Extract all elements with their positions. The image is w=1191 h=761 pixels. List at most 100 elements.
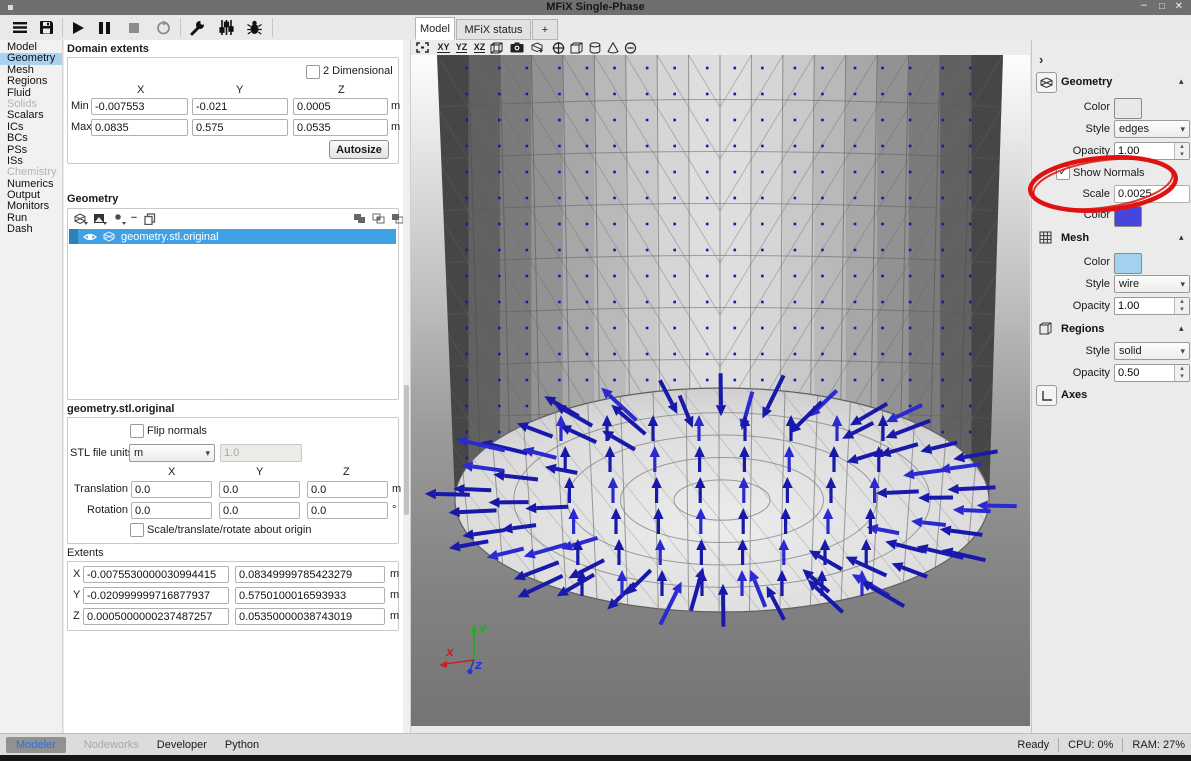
geometry-header[interactable]: Geometry: [1061, 76, 1112, 88]
reset-view-button[interactable]: [414, 40, 431, 55]
geometry-add-primitive-button[interactable]: [92, 212, 108, 225]
translation-z-field[interactable]: [307, 481, 388, 498]
extents-y-min-field[interactable]: [83, 587, 229, 604]
stop-button[interactable]: [124, 18, 144, 37]
mode-modeler[interactable]: Modeler: [6, 737, 66, 753]
regions-style-dropdown[interactable]: solid▾: [1114, 342, 1190, 360]
geometry-color-swatch[interactable]: [1114, 98, 1142, 119]
save-button[interactable]: [36, 18, 56, 37]
parameters-button[interactable]: [216, 18, 236, 37]
extents-x-min-field[interactable]: [83, 566, 229, 583]
stl-units-dropdown[interactable]: m ▾: [129, 444, 215, 462]
about-origin-checkbox[interactable]: [130, 523, 144, 537]
window-title: MFiX Single-Phase: [0, 1, 1191, 13]
maximize-button[interactable]: □: [1159, 1, 1165, 12]
translation-x-field[interactable]: [131, 481, 212, 498]
geometry-section-button[interactable]: [1036, 72, 1057, 93]
nav-item-dash[interactable]: Dash: [0, 224, 62, 235]
tab-mfix-status[interactable]: MFiX status: [456, 19, 531, 40]
mesh-section-button[interactable]: [1036, 228, 1055, 247]
rotation-x-field[interactable]: [131, 502, 212, 519]
left-panel-scrollbar[interactable]: [403, 40, 410, 733]
geometry-filter-button[interactable]: [112, 212, 128, 225]
extents-z-max-field[interactable]: [235, 608, 385, 625]
xmin-field[interactable]: [91, 98, 188, 115]
rotation-y-field[interactable]: [219, 502, 300, 519]
regions-opacity-spinbox[interactable]: ▴▾: [1114, 364, 1190, 382]
geometry-collapse-icon[interactable]: ▴: [1179, 76, 1184, 87]
splitter-handle[interactable]: ·····: [222, 394, 242, 404]
boolean-union-button[interactable]: [352, 212, 367, 225]
settings-button[interactable]: [187, 18, 207, 37]
regions-section-button[interactable]: [1036, 319, 1055, 338]
rotation-z-field[interactable]: [307, 502, 388, 519]
close-button[interactable]: ✕: [1175, 1, 1183, 12]
ymax-field[interactable]: [192, 119, 288, 136]
regions-collapse-icon[interactable]: ▴: [1179, 323, 1184, 334]
run-button[interactable]: [68, 18, 88, 37]
toggle-geometry-button[interactable]: [529, 40, 546, 55]
geometry-style-dropdown[interactable]: edges▾: [1114, 120, 1190, 138]
view-yz-button[interactable]: YZ: [453, 40, 470, 55]
toggle-mesh-button[interactable]: [568, 40, 585, 55]
geometry-remove-button[interactable]: −: [128, 211, 140, 224]
geometry-opacity-spinbox[interactable]: ▴▾: [1114, 142, 1190, 160]
reset-button[interactable]: [152, 18, 174, 37]
toggle-cylinder-button[interactable]: [586, 40, 603, 55]
scrollbar-thumb[interactable]: [404, 385, 409, 515]
minimize-button[interactable]: –: [1141, 0, 1147, 11]
extents-y-max-field[interactable]: [235, 587, 385, 604]
extents-x-max-field[interactable]: [235, 566, 385, 583]
mesh-collapse-icon[interactable]: ▴: [1179, 232, 1184, 243]
visibility-eye-icon[interactable]: [83, 232, 97, 242]
toggle-regions-button[interactable]: [550, 40, 567, 55]
nav-item-regions[interactable]: Regions: [0, 76, 62, 87]
zmin-field[interactable]: [293, 98, 388, 115]
about-origin-label: Scale/translate/rotate about origin: [147, 524, 312, 536]
show-normals-checkbox[interactable]: ✓: [1056, 166, 1070, 180]
normals-color-swatch[interactable]: [1114, 206, 1142, 227]
toggle-cone-button[interactable]: [604, 40, 621, 55]
viewport-3d[interactable]: XYZ: [411, 55, 1030, 726]
tab-model[interactable]: Model: [415, 17, 455, 40]
spin-buttons[interactable]: ▴▾: [1174, 143, 1189, 159]
debug-button[interactable]: [244, 18, 264, 37]
geometry-copy-button[interactable]: [143, 212, 157, 225]
geometry-add-stl-button[interactable]: [73, 212, 89, 225]
mode-python[interactable]: Python: [225, 739, 259, 751]
screenshot-button[interactable]: [508, 40, 525, 55]
mesh-style-dropdown[interactable]: wire▾: [1114, 275, 1190, 293]
mesh-header[interactable]: Mesh: [1061, 232, 1089, 244]
translation-y-field[interactable]: [219, 481, 300, 498]
normals-scale-field[interactable]: [1114, 185, 1190, 203]
extents-z-min-field[interactable]: [83, 608, 229, 625]
axes-header[interactable]: Axes: [1061, 389, 1087, 401]
nav-item-bcs[interactable]: BCs: [0, 133, 62, 144]
spin-buttons[interactable]: ▴▾: [1174, 365, 1189, 381]
toggle-visibility-button[interactable]: [622, 40, 639, 55]
spin-buttons[interactable]: ▴▾: [1174, 298, 1189, 314]
view-xz-button[interactable]: XZ: [471, 40, 488, 55]
axes-section-button[interactable]: [1036, 385, 1057, 406]
xmax-field[interactable]: [91, 119, 188, 136]
mesh-opacity-spinbox[interactable]: ▴▾: [1114, 297, 1190, 315]
collapse-panel-button[interactable]: ›: [1039, 52, 1043, 67]
regions-opacity-field[interactable]: [1115, 365, 1174, 381]
geometry-tree-row[interactable]: geometry.stl.original: [69, 229, 396, 244]
flip-normals-checkbox[interactable]: [130, 424, 144, 438]
mode-developer[interactable]: Developer: [157, 739, 207, 751]
autosize-button[interactable]: Autosize: [329, 140, 389, 159]
regions-header[interactable]: Regions: [1061, 323, 1104, 335]
menu-button[interactable]: [10, 19, 30, 36]
zmax-field[interactable]: [293, 119, 388, 136]
geometry-opacity-field[interactable]: [1115, 143, 1174, 159]
mesh-opacity-field[interactable]: [1115, 298, 1174, 314]
view-xy-button[interactable]: XY: [435, 40, 452, 55]
boolean-intersect-button[interactable]: [371, 212, 386, 225]
tab-add[interactable]: +: [532, 19, 558, 40]
pause-button[interactable]: [94, 18, 114, 37]
mesh-color-swatch[interactable]: [1114, 253, 1142, 274]
ymin-field[interactable]: [192, 98, 288, 115]
perspective-button[interactable]: [488, 40, 505, 55]
two-dimensional-checkbox[interactable]: [306, 65, 320, 79]
